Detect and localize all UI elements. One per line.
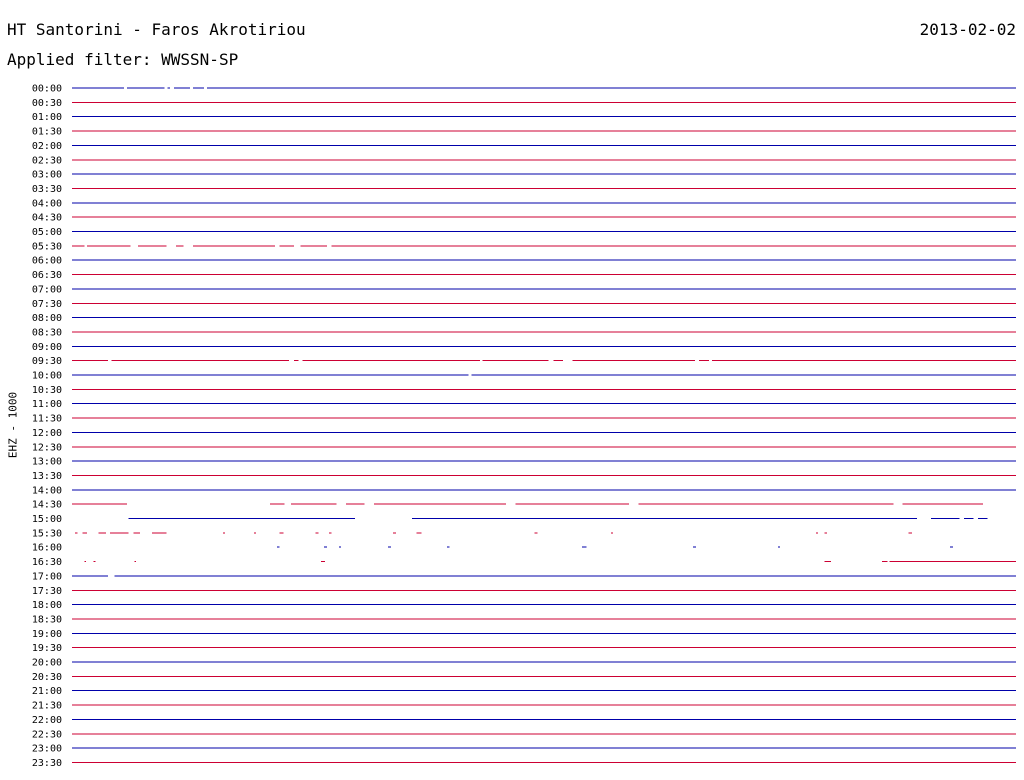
row-time-label: 21:00 xyxy=(32,686,62,697)
row-time-label: 16:00 xyxy=(32,543,62,554)
row-time-label: 01:00 xyxy=(32,112,62,123)
row-time-label: 03:30 xyxy=(32,184,62,195)
row-time-label: 05:00 xyxy=(32,227,62,238)
row-time-label: 00:00 xyxy=(32,84,62,95)
row-time-label: 23:00 xyxy=(32,744,62,755)
row-time-label: 00:30 xyxy=(32,98,62,109)
row-time-label: 21:30 xyxy=(32,701,62,712)
row-time-label: 17:30 xyxy=(32,586,62,597)
row-time-label: 09:00 xyxy=(32,342,62,353)
row-time-label: 14:00 xyxy=(32,485,62,496)
row-time-label: 13:30 xyxy=(32,471,62,482)
row-time-label: 18:30 xyxy=(32,614,62,625)
row-time-label: 02:30 xyxy=(32,155,62,166)
row-time-label: 22:00 xyxy=(32,715,62,726)
row-time-label: 02:00 xyxy=(32,141,62,152)
row-time-label: 13:00 xyxy=(32,457,62,468)
row-time-label: 15:30 xyxy=(32,528,62,539)
row-time-label: 07:30 xyxy=(32,299,62,310)
row-time-label: 14:30 xyxy=(32,500,62,511)
row-time-label: 05:30 xyxy=(32,241,62,252)
row-time-label: 15:00 xyxy=(32,514,62,525)
row-time-label: 23:30 xyxy=(32,758,62,769)
row-time-label: 12:30 xyxy=(32,442,62,453)
row-time-label: 04:30 xyxy=(32,213,62,224)
row-time-label: 22:30 xyxy=(32,729,62,740)
row-time-label: 18:00 xyxy=(32,600,62,611)
row-time-label: 12:00 xyxy=(32,428,62,439)
row-time-label: 17:00 xyxy=(32,571,62,582)
row-time-label: 01:30 xyxy=(32,127,62,138)
row-time-label: 16:30 xyxy=(32,557,62,568)
row-time-label: 04:00 xyxy=(32,198,62,209)
row-time-label: 07:00 xyxy=(32,284,62,295)
row-time-label: 19:00 xyxy=(32,629,62,640)
row-time-label: 08:00 xyxy=(32,313,62,324)
row-time-label: 08:30 xyxy=(32,327,62,338)
row-time-label: 20:30 xyxy=(32,672,62,683)
row-time-label: 10:30 xyxy=(32,385,62,396)
row-time-label: 10:00 xyxy=(32,371,62,382)
row-time-label: 20:00 xyxy=(32,658,62,669)
row-time-label: 06:00 xyxy=(32,256,62,267)
row-time-label: 09:30 xyxy=(32,356,62,367)
helicorder-chart: 00:00 00:30 01:00 01:30 02:00 02:30 03:00 03:30… xyxy=(32,84,1016,769)
row-time-label: 19:30 xyxy=(32,643,62,654)
row-time-label: 03:00 xyxy=(32,170,62,181)
row-time-label: 11:00 xyxy=(32,399,62,410)
row-time-label: 06:30 xyxy=(32,270,62,281)
row-time-label: 11:30 xyxy=(32,414,62,425)
